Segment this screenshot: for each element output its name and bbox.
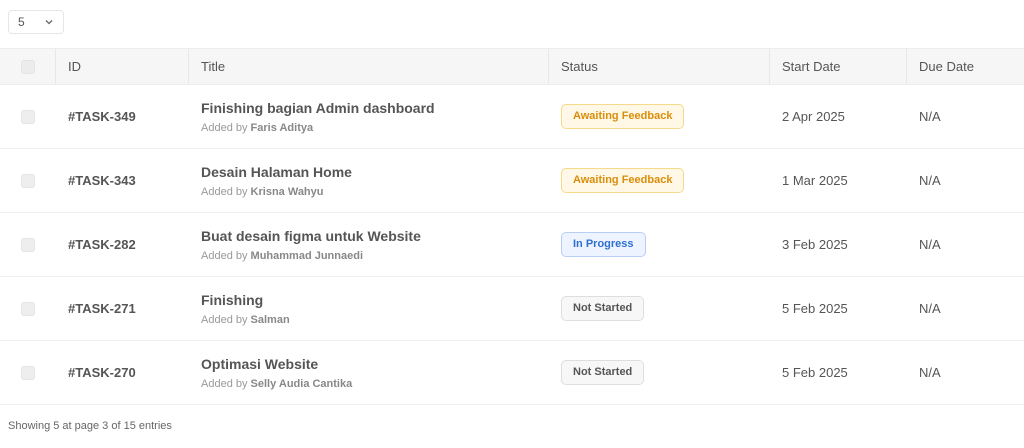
added-by: Added by Faris Aditya — [201, 122, 313, 134]
table-body: #TASK-349 Finishing bagian Admin dashboa… — [0, 85, 1024, 405]
row-checkbox[interactable] — [21, 109, 35, 124]
pagination-info: Showing 5 at page 3 of 15 entries — [8, 420, 172, 432]
due-date-cell: N/A — [907, 85, 1024, 148]
task-table-page: 5 ID Title Status Start Date Due Date #T… — [0, 0, 1024, 448]
task-id[interactable]: #TASK-270 — [68, 365, 136, 380]
added-by-prefix: Added by — [201, 249, 248, 262]
task-id-cell: #TASK-282 — [56, 213, 189, 276]
added-by: Added by Selly Audia Cantika — [201, 378, 352, 390]
task-title-cell: Desain Halaman Home Added by Krisna Wahy… — [189, 149, 549, 212]
added-by: Added by Salman — [201, 314, 290, 326]
due-date: N/A — [919, 109, 941, 124]
task-title[interactable]: Buat desain figma untuk Website — [201, 228, 421, 244]
status-badge: Not Started — [561, 296, 645, 321]
task-id[interactable]: #TASK-343 — [68, 173, 136, 188]
header-id[interactable]: ID — [56, 49, 189, 84]
added-by-name: Faris Aditya — [250, 121, 314, 134]
status-badge: In Progress — [561, 232, 646, 257]
start-date: 5 Feb 2025 — [782, 301, 848, 316]
header-select-cell — [0, 49, 56, 84]
row-select-cell — [0, 277, 56, 340]
status-cell: Not Started — [549, 277, 770, 340]
row-checkbox[interactable] — [21, 237, 35, 252]
added-by: Added by Muhammad Junnaedi — [201, 250, 363, 262]
header-due-date[interactable]: Due Date — [907, 49, 1024, 84]
status-badge: Not Started — [561, 360, 645, 385]
start-date-cell: 1 Mar 2025 — [770, 149, 907, 212]
task-title[interactable]: Finishing — [201, 292, 263, 308]
row-select-cell — [0, 213, 56, 276]
row-checkbox[interactable] — [21, 173, 35, 188]
task-title-cell: Optimasi Website Added by Selly Audia Ca… — [189, 341, 549, 404]
due-date: N/A — [919, 173, 941, 188]
added-by-name: Krisna Wahyu — [250, 185, 324, 198]
added-by-prefix: Added by — [201, 185, 248, 198]
start-date: 5 Feb 2025 — [782, 365, 848, 380]
row-checkbox[interactable] — [21, 365, 35, 380]
added-by-prefix: Added by — [201, 121, 248, 134]
select-all-checkbox[interactable] — [20, 59, 35, 74]
page-size-value: 5 — [18, 15, 25, 29]
header-status[interactable]: Status — [549, 49, 770, 84]
status-cell: Awaiting Feedback — [549, 85, 770, 148]
task-id-cell: #TASK-271 — [56, 277, 189, 340]
start-date-cell: 5 Feb 2025 — [770, 341, 907, 404]
status-badge: Awaiting Feedback — [561, 168, 685, 193]
task-id-cell: #TASK-343 — [56, 149, 189, 212]
due-date-cell: N/A — [907, 277, 1024, 340]
added-by-name: Salman — [250, 313, 290, 326]
start-date: 1 Mar 2025 — [782, 173, 848, 188]
task-title[interactable]: Finishing bagian Admin dashboard — [201, 100, 435, 116]
task-id[interactable]: #TASK-271 — [68, 301, 136, 316]
status-cell: Awaiting Feedback — [549, 149, 770, 212]
due-date: N/A — [919, 365, 941, 380]
due-date-cell: N/A — [907, 213, 1024, 276]
row-select-cell — [0, 341, 56, 404]
table-row[interactable]: #TASK-349 Finishing bagian Admin dashboa… — [0, 85, 1024, 149]
start-date-cell: 2 Apr 2025 — [770, 85, 907, 148]
due-date-cell: N/A — [907, 341, 1024, 404]
row-checkbox[interactable] — [21, 301, 35, 316]
status-cell: Not Started — [549, 341, 770, 404]
table-header: ID Title Status Start Date Due Date — [0, 48, 1024, 85]
added-by-name: Selly Audia Cantika — [250, 377, 353, 390]
due-date: N/A — [919, 237, 941, 252]
start-date-cell: 5 Feb 2025 — [770, 277, 907, 340]
row-select-cell — [0, 149, 56, 212]
start-date-cell: 3 Feb 2025 — [770, 213, 907, 276]
row-select-cell — [0, 85, 56, 148]
due-date: N/A — [919, 301, 941, 316]
header-start-date[interactable]: Start Date — [770, 49, 907, 84]
chevron-down-icon — [45, 20, 53, 25]
task-title-cell: Buat desain figma untuk Website Added by… — [189, 213, 549, 276]
table-row[interactable]: #TASK-282 Buat desain figma untuk Websit… — [0, 213, 1024, 277]
start-date: 2 Apr 2025 — [782, 109, 845, 124]
due-date-cell: N/A — [907, 149, 1024, 212]
task-id-cell: #TASK-270 — [56, 341, 189, 404]
task-id-cell: #TASK-349 — [56, 85, 189, 148]
table-row[interactable]: #TASK-270 Optimasi Website Added by Sell… — [0, 341, 1024, 405]
table-row[interactable]: #TASK-343 Desain Halaman Home Added by K… — [0, 149, 1024, 213]
page-size-select[interactable]: 5 — [8, 10, 64, 34]
task-id[interactable]: #TASK-349 — [68, 109, 136, 124]
task-title-cell: Finishing bagian Admin dashboard Added b… — [189, 85, 549, 148]
task-table: ID Title Status Start Date Due Date #TAS… — [0, 48, 1024, 405]
header-title[interactable]: Title — [189, 49, 549, 84]
start-date: 3 Feb 2025 — [782, 237, 848, 252]
task-id[interactable]: #TASK-282 — [68, 237, 136, 252]
status-badge: Awaiting Feedback — [561, 104, 685, 129]
added-by-prefix: Added by — [201, 377, 248, 390]
added-by: Added by Krisna Wahyu — [201, 186, 324, 198]
added-by-prefix: Added by — [201, 313, 248, 326]
task-title[interactable]: Optimasi Website — [201, 356, 318, 372]
task-title-cell: Finishing Added by Salman — [189, 277, 549, 340]
table-row[interactable]: #TASK-271 Finishing Added by Salman Not … — [0, 277, 1024, 341]
added-by-name: Muhammad Junnaedi — [250, 249, 364, 262]
status-cell: In Progress — [549, 213, 770, 276]
task-title[interactable]: Desain Halaman Home — [201, 164, 352, 180]
